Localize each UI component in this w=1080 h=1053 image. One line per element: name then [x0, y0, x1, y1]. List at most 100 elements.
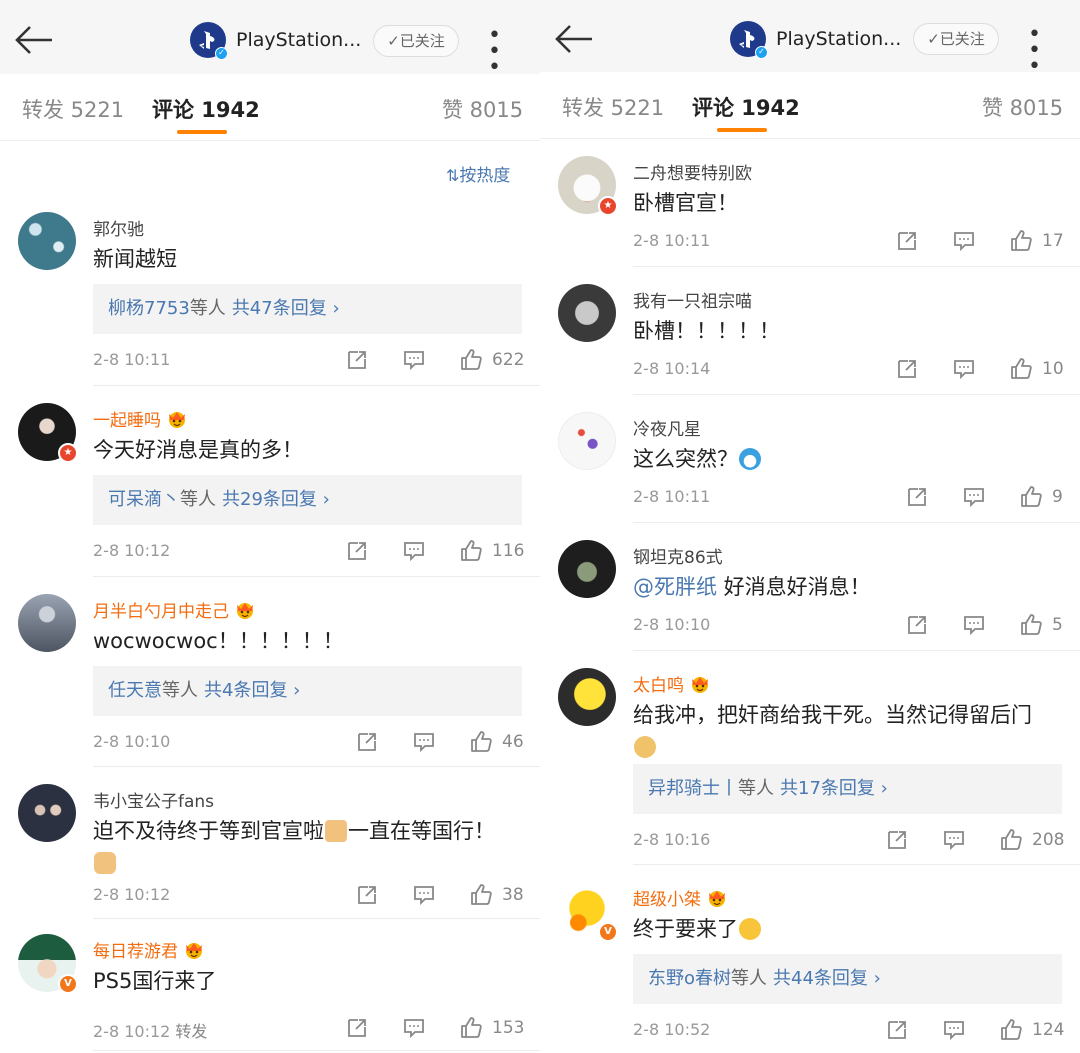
share-icon[interactable] — [344, 348, 370, 372]
left-screenshot: ✓ PlayStation... ✓已关注 • • • 转发 5221 评论 1… — [0, 0, 540, 1053]
like-icon[interactable] — [1018, 485, 1044, 509]
back-arrow-icon[interactable] — [14, 22, 54, 58]
reply-icon[interactable] — [951, 357, 977, 381]
tab-comments[interactable]: 评论 1942 — [152, 94, 260, 124]
reply-icon[interactable] — [961, 613, 987, 637]
reply-icon[interactable] — [951, 229, 977, 253]
reply-icon[interactable] — [401, 1016, 427, 1040]
mention-link[interactable]: @死胖纸 — [633, 575, 717, 599]
reply-user[interactable]: 异邦骑士丨 — [648, 778, 738, 799]
avatar[interactable] — [18, 212, 76, 270]
reply-count[interactable]: 共44条回复 › — [773, 968, 881, 989]
sort-by-hot-button[interactable]: ⇅按热度 — [446, 161, 510, 186]
comment-username[interactable]: 钢坦克86式 — [633, 543, 723, 568]
replies-preview[interactable]: 可呆滴丶等人 共29条回复 › — [93, 475, 522, 525]
comment-username[interactable]: 超级小桀 — [633, 885, 728, 910]
comment-username[interactable]: 太白鸣 — [633, 671, 711, 696]
comment-username[interactable]: 月半白勺月中走己 — [93, 597, 256, 622]
like-icon[interactable] — [1008, 357, 1034, 381]
replies-preview[interactable]: 任天意等人 共4条回复 › — [93, 666, 522, 716]
reply-icon[interactable] — [401, 348, 427, 372]
avatar[interactable] — [558, 540, 616, 598]
comment-username[interactable]: 冷夜凡星 — [633, 415, 701, 440]
like-icon[interactable] — [998, 1018, 1024, 1042]
comment-username[interactable]: 郭尔驰 — [93, 215, 144, 240]
reply-icon[interactable] — [401, 539, 427, 563]
forward-link[interactable]: 转发 — [175, 1022, 207, 1041]
avatar[interactable] — [18, 594, 76, 652]
avatar[interactable] — [558, 412, 616, 470]
account-name[interactable]: PlayStation... — [236, 29, 361, 51]
avatar[interactable] — [558, 668, 616, 726]
tab-likes[interactable]: 赞 8015 — [982, 92, 1063, 122]
reply-icon[interactable] — [941, 1018, 967, 1042]
tab-likes[interactable]: 赞 8015 — [442, 94, 523, 124]
avatar[interactable]: ★ — [558, 156, 618, 216]
comment-divider — [633, 864, 1080, 865]
share-icon[interactable] — [344, 539, 370, 563]
like-icon[interactable] — [1008, 229, 1034, 253]
comment-username[interactable]: 一起睡吗 — [93, 406, 188, 431]
tab-comments[interactable]: 评论 1942 — [692, 92, 800, 122]
like-icon[interactable] — [458, 1016, 484, 1040]
reply-icon[interactable] — [941, 828, 967, 852]
avatar[interactable]: V — [558, 882, 618, 942]
comment-username[interactable]: 我有一只祖宗喵 — [633, 287, 752, 312]
reply-user[interactable]: 可呆滴丶 — [108, 489, 180, 510]
replies-preview[interactable]: 异邦骑士丨等人 共17条回复 › — [633, 764, 1062, 814]
like-icon[interactable] — [458, 348, 484, 372]
member-badge-icon: ★ — [598, 196, 618, 216]
reply-user[interactable]: 东野o春树 — [648, 968, 731, 989]
comment-time: 2-8 10:11 — [633, 487, 711, 506]
reply-icon[interactable] — [411, 883, 437, 907]
more-options-icon[interactable]: • • • — [488, 25, 528, 79]
share-icon[interactable] — [344, 1016, 370, 1040]
share-icon[interactable] — [904, 485, 930, 509]
reply-count[interactable]: 共17条回复 › — [780, 778, 888, 799]
like-icon[interactable] — [998, 828, 1024, 852]
like-icon[interactable] — [468, 730, 494, 754]
playstation-logo-avatar[interactable]: ✓ — [730, 21, 768, 59]
reply-icon[interactable] — [961, 485, 987, 509]
comment-text: 给我冲，把奸商给我干死。当然记得留后门 — [633, 699, 1065, 763]
share-icon[interactable] — [884, 828, 910, 852]
replies-preview[interactable]: 柳杨7753等人 共47条回复 › — [93, 284, 522, 334]
share-icon[interactable] — [354, 883, 380, 907]
account-name[interactable]: PlayStation... — [776, 28, 901, 50]
following-button[interactable]: ✓已关注 — [913, 23, 999, 55]
avatar[interactable]: V — [18, 934, 78, 994]
comment-meta: 2-8 10:12 38 — [93, 883, 525, 909]
reply-user[interactable]: 任天意 — [108, 680, 162, 701]
like-icon[interactable] — [1018, 613, 1044, 637]
like-icon[interactable] — [468, 883, 494, 907]
share-icon[interactable] — [894, 357, 920, 381]
share-icon[interactable] — [904, 613, 930, 637]
playstation-logo-avatar[interactable]: ✓ — [190, 22, 228, 60]
share-icon[interactable] — [884, 1018, 910, 1042]
comment-username[interactable]: 二舟想要特别欧 — [633, 159, 752, 184]
like-icon[interactable] — [458, 539, 484, 563]
tab-reposts[interactable]: 转发 5221 — [562, 92, 664, 122]
reply-count[interactable]: 共4条回复 › — [204, 680, 300, 701]
comment-username[interactable]: 每日荐游君 — [93, 937, 205, 962]
replies-preview[interactable]: 东野o春树等人 共44条回复 › — [633, 954, 1062, 1004]
share-icon[interactable] — [354, 730, 380, 754]
share-icon[interactable] — [894, 229, 920, 253]
comment-text-part: 好消息好消息！ — [717, 575, 871, 599]
comment-username[interactable]: 韦小宝公子fans — [93, 787, 214, 812]
comment-divider — [93, 576, 540, 577]
avatar[interactable]: ★ — [18, 403, 78, 463]
back-arrow-icon[interactable] — [554, 21, 594, 57]
reply-icon[interactable] — [411, 730, 437, 754]
following-button[interactable]: ✓已关注 — [373, 25, 459, 57]
more-options-icon[interactable]: • • • — [1028, 24, 1068, 78]
comment-meta: 2-8 10:11 17 — [633, 229, 1065, 255]
reply-count[interactable]: 共29条回复 › — [222, 489, 330, 510]
reply-user[interactable]: 柳杨7753 — [108, 298, 190, 319]
reply-count[interactable]: 共47条回复 › — [232, 298, 340, 319]
avatar[interactable] — [558, 284, 616, 342]
tab-reposts[interactable]: 转发 5221 — [22, 94, 124, 124]
avatar[interactable] — [18, 784, 76, 842]
comment-text: 这么突然？ — [633, 443, 1065, 475]
comment-divider — [633, 394, 1080, 395]
